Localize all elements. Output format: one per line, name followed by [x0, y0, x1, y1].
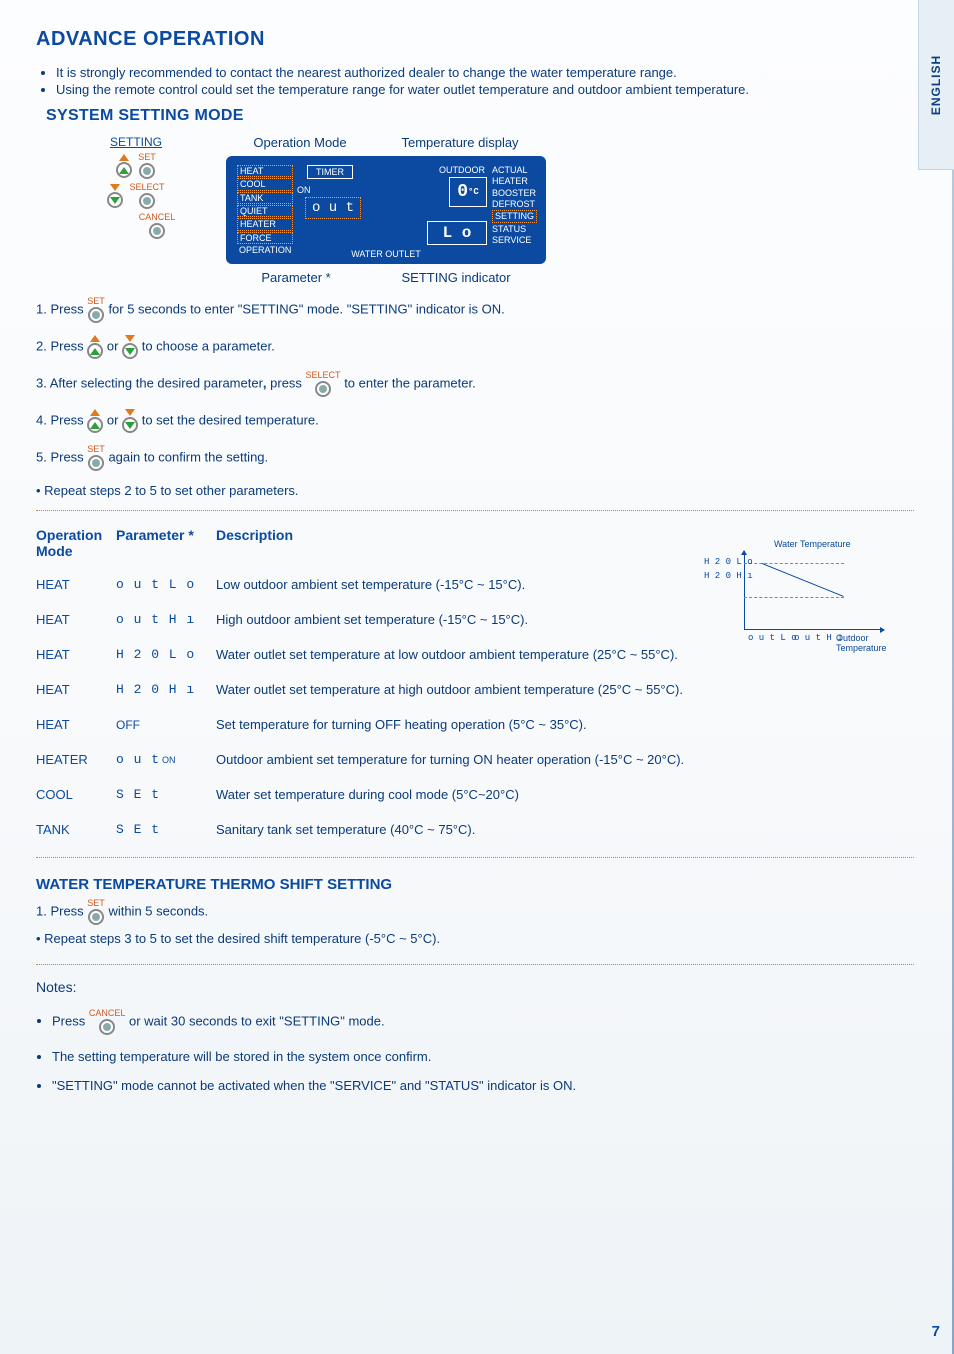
step-4: 4. Press or to set the desired temperatu…	[36, 409, 914, 433]
axis-x	[744, 629, 884, 630]
divider	[36, 857, 914, 858]
cancel-button: CANCEL	[139, 213, 176, 239]
set-button-inline: SET	[87, 297, 105, 323]
page: ENGLISH ADVANCE OPERATION It is strongly…	[0, 0, 954, 1354]
page-number: 7	[932, 1323, 940, 1340]
th-mode: Operation Mode	[36, 521, 116, 567]
lcd-label-opmode: Operation Mode	[253, 135, 346, 150]
step-3: 3. After selecting the desired parameter…	[36, 371, 914, 397]
table-row: TANKS E tSanitary tank set temperature (…	[36, 812, 914, 847]
lcd-label-tempdisp: Temperature display	[402, 135, 519, 150]
chart-ytick: H 2 0 L o	[704, 557, 753, 567]
lcd-on-label: ON	[297, 185, 311, 195]
remote-group-label: SETTING	[76, 135, 196, 149]
chevron-down-icon	[110, 184, 120, 191]
chevron-down-icon	[125, 409, 135, 416]
lcd-status-column: ACTUAL HEATER BOOSTER DEFROST SETTING ST…	[492, 165, 537, 246]
language-tab: ENGLISH	[918, 0, 954, 170]
lcd-screen: HEAT COOL TANK QUIET HEATER FORCE OPERAT…	[226, 156, 546, 264]
table-row: HEATERo u tONOutdoor ambient set tempera…	[36, 742, 914, 777]
notes-heading: Notes:	[36, 979, 914, 995]
divider	[36, 964, 914, 965]
chart-xtick: o u t L o	[748, 633, 797, 643]
th-param: Parameter *	[116, 521, 216, 567]
lcd-wateroutlet-value: L o	[427, 221, 487, 245]
steps-list: 1. Press SET for 5 seconds to enter "SET…	[36, 297, 914, 498]
note-item: The setting temperature will be stored i…	[52, 1049, 914, 1064]
set-button-inline: SET	[87, 445, 105, 471]
lcd-label-parameter: Parameter *	[261, 270, 330, 285]
page-title: ADVANCE OPERATION	[36, 28, 914, 51]
thermo-heading: WATER TEMPERATURE THERMO SHIFT SETTING	[36, 876, 914, 893]
up-button-inline	[87, 409, 103, 433]
lcd-outdoor-label: OUTDOOR	[439, 165, 485, 175]
chevron-up-icon	[90, 409, 100, 416]
divider	[36, 510, 914, 511]
chart-ylabel: Water Temperature	[774, 539, 851, 549]
note-item: Press CANCEL or wait 30 seconds to exit …	[52, 1009, 914, 1035]
down-button-inline	[122, 335, 138, 359]
chevron-down-icon	[125, 335, 135, 342]
remote-cluster: SETTING SET	[76, 135, 196, 239]
dash-line	[744, 597, 844, 598]
set-button-inline: SET	[87, 899, 105, 925]
lcd-opmode-column: HEAT COOL TANK QUIET HEATER FORCE OPERAT…	[237, 165, 293, 256]
display-row: SETTING SET	[76, 135, 914, 285]
section-heading: SYSTEM SETTING MODE	[46, 107, 914, 125]
step-5: 5. Press SET again to confirm the settin…	[36, 445, 914, 471]
down-button-inline	[122, 409, 138, 433]
lcd-param-value: o u t	[305, 197, 361, 219]
lcd-outdoor-value: 0°C	[449, 177, 487, 207]
chevron-up-icon	[90, 335, 100, 342]
table-row: HEATH 2 0 H ıWater outlet set temperatur…	[36, 672, 914, 707]
step-2: 2. Press or to choose a parameter.	[36, 335, 914, 359]
thermo-repeat: • Repeat steps 3 to 5 to set the desired…	[36, 931, 914, 946]
lcd-label-setting-indicator: SETTING indicator	[402, 270, 511, 285]
cancel-button-inline: CANCEL	[89, 1009, 126, 1035]
intro-list: It is strongly recommended to contact th…	[46, 65, 914, 97]
dash-line	[744, 563, 844, 564]
table-row: COOLS E tWater set temperature during co…	[36, 777, 914, 812]
table-row: HEATOFFSet temperature for turning OFF h…	[36, 707, 914, 742]
down-button	[107, 184, 123, 208]
step-1: 1. Press SET for 5 seconds to enter "SET…	[36, 297, 914, 323]
intro-item: It is strongly recommended to contact th…	[56, 65, 914, 80]
lcd-display: Operation Mode Temperature display HEAT …	[226, 135, 546, 285]
lcd-wateroutlet-label: WATER OUTLET	[351, 249, 421, 259]
intro-item: Using the remote control could set the t…	[56, 82, 914, 97]
lcd-timer: TIMER	[307, 165, 353, 179]
thermo-step-1: 1. Press SET within 5 seconds.	[36, 899, 914, 925]
table-with-chart: Operation Mode Parameter * Description H…	[36, 521, 914, 847]
select-button-inline: SELECT	[306, 371, 341, 397]
up-button-inline	[87, 335, 103, 359]
chart-xlabel: Outdoor Temperature	[836, 633, 914, 653]
chevron-up-icon	[119, 154, 129, 161]
chart-line	[762, 563, 844, 597]
step-repeat: • Repeat steps 2 to 5 to set other param…	[36, 483, 914, 498]
setpoint-chart: Water Temperature H 2 0 L o H 2 0 H ı o …	[664, 541, 914, 651]
notes-list: Press CANCEL or wait 30 seconds to exit …	[36, 1009, 914, 1093]
chart-ytick: H 2 0 H ı	[704, 571, 753, 581]
language-tab-label: ENGLISH	[930, 54, 944, 114]
up-button	[116, 154, 132, 178]
select-button: SELECT	[129, 183, 164, 209]
note-item: "SETTING" mode cannot be activated when …	[52, 1078, 914, 1093]
set-button: SET	[138, 153, 156, 179]
